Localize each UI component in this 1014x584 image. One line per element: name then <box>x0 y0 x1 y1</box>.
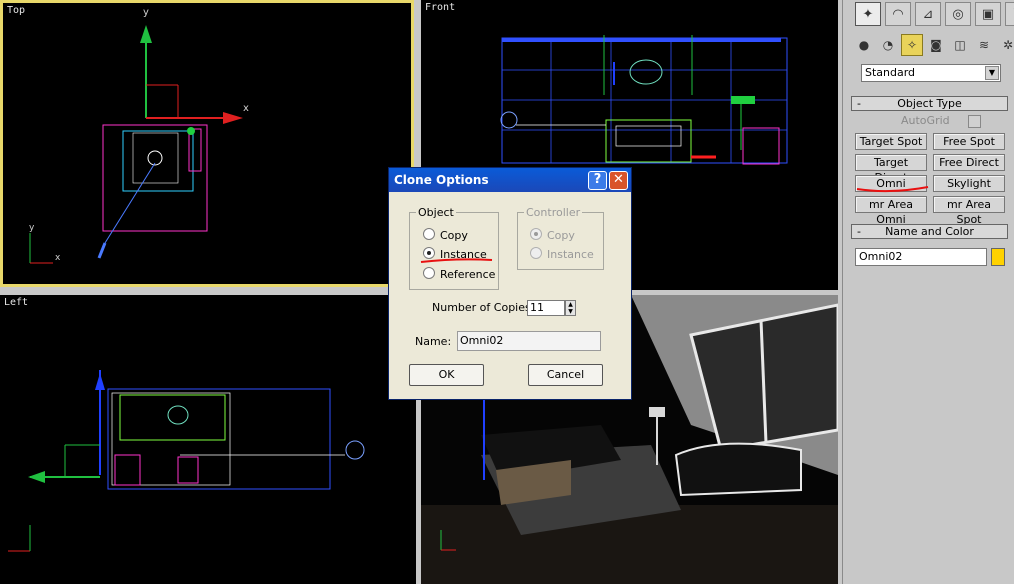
object-name-field[interactable]: Omni02 <box>855 248 987 266</box>
viewport-left[interactable]: Left <box>0 295 416 584</box>
number-of-copies-input[interactable]: 11 <box>527 300 565 316</box>
collapse-icon: - <box>857 97 861 110</box>
number-of-copies-label: Number of Copies: <box>432 301 535 314</box>
name-label: Name: <box>415 335 452 348</box>
controller-copy-radio[interactable]: Copy <box>530 228 575 242</box>
radio-dot <box>423 267 435 279</box>
free-spot-button[interactable]: Free Spot <box>933 133 1005 150</box>
object-reference-radio[interactable]: Reference <box>423 267 495 281</box>
dialog-title: Clone Options <box>394 173 489 187</box>
object-copy-label: Copy <box>440 229 468 242</box>
cameras-icon[interactable]: ◙ <box>925 34 947 56</box>
top-corner-x-label: x <box>55 253 61 263</box>
controller-group-legend: Controller <box>526 206 581 219</box>
space-warps-icon[interactable]: ≋ <box>973 34 995 56</box>
utilities-tab-icon[interactable]: T <box>1005 2 1014 26</box>
object-type-title: Object Type <box>897 97 962 110</box>
light-type-dropdown[interactable]: Standard ▼ <box>861 64 1001 82</box>
autogrid-checkbox[interactable] <box>967 114 981 128</box>
dropdown-value: Standard <box>865 66 916 79</box>
copies-spinner[interactable]: ▲ ▼ <box>565 300 576 316</box>
viewport-top[interactable]: Top y x y x <box>0 0 414 287</box>
chevron-down-icon[interactable]: ▼ <box>985 66 999 80</box>
helpers-icon[interactable]: ◫ <box>949 34 971 56</box>
mr-area-omni-button[interactable]: mr Area Omni <box>855 196 927 226</box>
radio-dot <box>423 228 435 240</box>
object-copy-radio[interactable]: Copy <box>423 228 468 242</box>
help-button[interactable]: ? <box>588 171 607 190</box>
close-icon[interactable]: ✕ <box>609 171 628 190</box>
top-axis-x-label: x <box>243 103 249 114</box>
controller-instance-label: Instance <box>547 248 594 261</box>
command-panel-tabs: ✦ ◠ ⊿ ◎ ▣ T <box>855 2 1014 26</box>
object-group-legend: Object <box>418 206 454 219</box>
display-tab-icon[interactable]: ▣ <box>975 2 1001 26</box>
object-reference-label: Reference <box>440 268 496 281</box>
geometry-icon[interactable]: ● <box>853 34 875 56</box>
left-view-drawing <box>8 370 365 552</box>
create-tab-icon[interactable]: ✦ <box>855 2 881 26</box>
controller-copy-label: Copy <box>547 229 575 242</box>
motion-tab-icon[interactable]: ◎ <box>945 2 971 26</box>
object-type-rollout-header[interactable]: - Object Type <box>851 96 1008 111</box>
target-direct-button[interactable]: Target Direct <box>855 154 927 184</box>
object-color-swatch[interactable] <box>991 248 1005 266</box>
skylight-button[interactable]: Skylight <box>933 175 1005 192</box>
shapes-icon[interactable]: ◔ <box>877 34 899 56</box>
name-color-rollout-header[interactable]: - Name and Color <box>851 224 1008 239</box>
create-category-icons: ● ◔ ✧ ◙ ◫ ≋ ✲ <box>853 34 1014 56</box>
clone-options-dialog: Clone Options ? ✕ Object Copy Instance R… <box>388 167 632 400</box>
collapse-icon: - <box>857 225 861 238</box>
top-view-drawing <box>29 25 243 264</box>
systems-icon[interactable]: ✲ <box>997 34 1014 56</box>
free-direct-button[interactable]: Free Direct <box>933 154 1005 171</box>
controller-instance-radio[interactable]: Instance <box>530 247 594 261</box>
top-axis-y-label: y <box>143 7 149 18</box>
name-color-title: Name and Color <box>885 225 974 238</box>
instance-underline-annotation <box>420 258 493 263</box>
clone-name-input[interactable]: Omni02 <box>457 331 601 351</box>
ok-button[interactable]: OK <box>409 364 484 386</box>
radio-dot-selected <box>530 228 542 240</box>
top-corner-y-label: y <box>29 223 35 233</box>
autogrid-label: AutoGrid <box>901 114 950 127</box>
omni-underline-annotation <box>856 186 929 193</box>
target-spot-button[interactable]: Target Spot <box>855 133 927 150</box>
mr-area-spot-button[interactable]: mr Area Spot <box>933 196 1005 226</box>
command-panel: ✦ ◠ ⊿ ◎ ▣ T ● ◔ ✧ ◙ ◫ ≋ ✲ Standard ▼ - O… <box>842 0 1014 584</box>
cancel-button[interactable]: Cancel <box>528 364 603 386</box>
modify-tab-icon[interactable]: ◠ <box>885 2 911 26</box>
radio-dot <box>530 247 542 259</box>
autogrid-row: AutoGrid <box>901 114 981 128</box>
lights-icon[interactable]: ✧ <box>901 34 923 56</box>
hierarchy-tab-icon[interactable]: ⊿ <box>915 2 941 26</box>
